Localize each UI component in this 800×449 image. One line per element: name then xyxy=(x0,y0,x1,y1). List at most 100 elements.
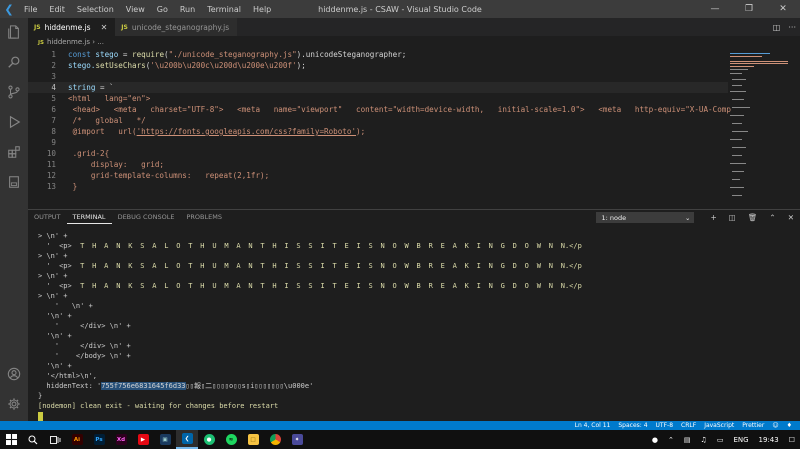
battery-icon[interactable]: ▭ xyxy=(717,436,724,444)
source-control-icon[interactable] xyxy=(0,78,28,106)
terminal-line: > \n' + xyxy=(38,252,68,260)
extensions-icon[interactable] xyxy=(0,138,28,166)
file-explorer-icon[interactable]: □ xyxy=(242,430,264,449)
chevron-right-icon: › xyxy=(92,38,96,46)
code-line: 8 @import url('https://fonts.googleapis.… xyxy=(51,127,366,136)
terminal-line: '</html>\n', xyxy=(38,372,98,380)
bell-icon[interactable]: ♦ xyxy=(787,422,792,429)
split-terminal-icon[interactable]: ◫ xyxy=(729,213,736,222)
status-language[interactable]: JavaScript xyxy=(704,422,734,429)
status-eol[interactable]: CRLF xyxy=(681,422,696,429)
activity-bar xyxy=(0,18,28,430)
tab-debug-console[interactable]: DEBUG CONSOLE xyxy=(112,210,181,224)
minimap-line xyxy=(732,131,748,132)
minimize-icon[interactable]: — xyxy=(698,0,732,18)
trash-icon[interactable]: 🗑 xyxy=(748,213,758,222)
task-view-icon[interactable] xyxy=(44,430,66,449)
menu-terminal[interactable]: Terminal xyxy=(201,5,247,14)
virtualbox-icon[interactable]: ▣ xyxy=(154,430,176,449)
notifications-icon[interactable]: ☐ xyxy=(789,436,795,444)
tab-output[interactable]: OUTPUT xyxy=(28,210,67,224)
remote-explorer-icon[interactable] xyxy=(0,168,28,196)
tab-terminal[interactable]: TERMINAL xyxy=(66,210,112,224)
menu-selection[interactable]: Selection xyxy=(71,5,120,14)
js-file-icon: JS xyxy=(34,23,41,31)
js-file-icon: JS xyxy=(38,40,45,46)
settings-gear-icon[interactable] xyxy=(0,390,28,418)
code-line: 12 grid-template-columns: repeat(2,1fr); xyxy=(46,171,270,180)
code-line: 6 <head> <meta charset="UTF-8"> <meta na… xyxy=(51,105,731,114)
breadcrumb[interactable]: JS hiddenme.js › ... xyxy=(28,36,104,49)
code-line: 13 } xyxy=(46,182,78,191)
media-app-icon[interactable]: ▶ xyxy=(132,430,154,449)
terminal-select-value: 1: node xyxy=(601,213,627,222)
run-debug-icon[interactable] xyxy=(0,108,28,136)
tab-unicode-steganography[interactable]: JS unicode_steganography.js xyxy=(115,18,238,36)
menu-go[interactable]: Go xyxy=(151,5,174,14)
code-line: 10 .grid-2{ xyxy=(46,149,110,158)
menu-file[interactable]: File xyxy=(18,5,43,14)
terminal-line: > \n' + xyxy=(38,292,68,300)
spotify-icon[interactable]: ≈ xyxy=(220,430,242,449)
minimap-line xyxy=(730,61,788,62)
account-icon[interactable] xyxy=(0,360,28,388)
terminal-line: > \n' + xyxy=(38,232,68,240)
code-line: 1 const stego = require("./unicode_stegan… xyxy=(51,50,407,59)
xd-icon[interactable]: Xd xyxy=(110,430,132,449)
status-prettier[interactable]: Prettier xyxy=(742,422,764,429)
search-icon[interactable] xyxy=(0,48,28,76)
feedback-icon[interactable]: ☺ xyxy=(772,422,778,429)
minimap-line xyxy=(730,139,742,140)
editor-scrollbar[interactable] xyxy=(792,49,800,211)
restore-icon[interactable]: ❐ xyxy=(732,0,766,18)
terminal-line: ' <p> THANKSALOTHUMANTHISSITEISNOWBREAKI… xyxy=(38,262,582,270)
breadcrumb-file: hiddenme.js xyxy=(47,38,90,46)
network-icon[interactable]: ▤ xyxy=(684,436,691,444)
code-line: 9 xyxy=(51,138,56,147)
terminal-line: [nodemon] clean exit - waiting for chang… xyxy=(38,402,279,410)
new-terminal-icon[interactable]: + xyxy=(710,213,716,222)
language-indicator[interactable]: ENG xyxy=(733,436,748,444)
more-actions-icon[interactable]: ··· xyxy=(788,23,796,32)
status-indentation[interactable]: Spaces: 4 xyxy=(618,422,647,429)
minimap-line xyxy=(732,171,744,172)
status-encoding[interactable]: UTF-8 xyxy=(656,422,674,429)
code-editor[interactable]: 1 const stego = require("./unicode_stegan… xyxy=(28,49,731,201)
people-icon[interactable]: ● xyxy=(652,436,658,444)
photoshop-icon[interactable]: Ps xyxy=(88,430,110,449)
clock[interactable]: 19:43 xyxy=(759,436,779,444)
minimap[interactable] xyxy=(728,49,790,211)
close-panel-icon[interactable]: ✕ xyxy=(788,213,794,222)
chevron-up-icon[interactable]: ⌃ xyxy=(668,436,674,444)
maximize-panel-icon[interactable]: ⌃ xyxy=(769,213,775,222)
code-line: 5 <html lang="en"> xyxy=(51,94,151,103)
windows-start-icon[interactable] xyxy=(0,430,22,449)
minimap-line xyxy=(730,53,770,54)
explorer-icon[interactable] xyxy=(0,18,28,46)
minimap-line xyxy=(732,99,744,100)
illustrator-icon[interactable]: Ai xyxy=(66,430,88,449)
terminal-select[interactable]: 1: node ⌄ xyxy=(596,211,695,223)
status-cursor-position[interactable]: Ln 4, Col 11 xyxy=(575,422,611,429)
tab-problems[interactable]: PROBLEMS xyxy=(180,210,227,224)
chat-app-icon[interactable]: ● xyxy=(198,430,220,449)
menu-help[interactable]: Help xyxy=(247,5,277,14)
tab-hiddenme[interactable]: JS hiddenme.js ✕ xyxy=(28,18,116,36)
minimap-line xyxy=(732,107,750,108)
menu-run[interactable]: Run xyxy=(174,5,201,14)
tab-label: hiddenme.js xyxy=(44,22,91,32)
terminal-line: ' </div> \n' + xyxy=(38,342,131,350)
close-window-icon[interactable]: ✕ xyxy=(766,0,800,18)
split-editor-icon[interactable]: ◫ xyxy=(773,23,781,32)
search-icon[interactable] xyxy=(22,430,44,449)
menu-edit[interactable]: Edit xyxy=(43,5,71,14)
chevron-down-icon: ⌄ xyxy=(685,213,691,222)
code-line: 11 display: grid; xyxy=(46,160,165,169)
chrome-icon[interactable] xyxy=(264,430,286,449)
close-tab-icon[interactable]: ✕ xyxy=(101,23,108,32)
pinned-app-icon[interactable]: ✦ xyxy=(286,430,308,449)
vscode-taskbar-icon[interactable]: ❮ xyxy=(176,430,198,449)
menu-view[interactable]: View xyxy=(120,5,151,14)
volume-icon[interactable]: ♫ xyxy=(701,436,707,444)
terminal-output[interactable]: > \n' + ' <p> THANKSALOTHUMANTHISSITEISN… xyxy=(28,231,800,421)
